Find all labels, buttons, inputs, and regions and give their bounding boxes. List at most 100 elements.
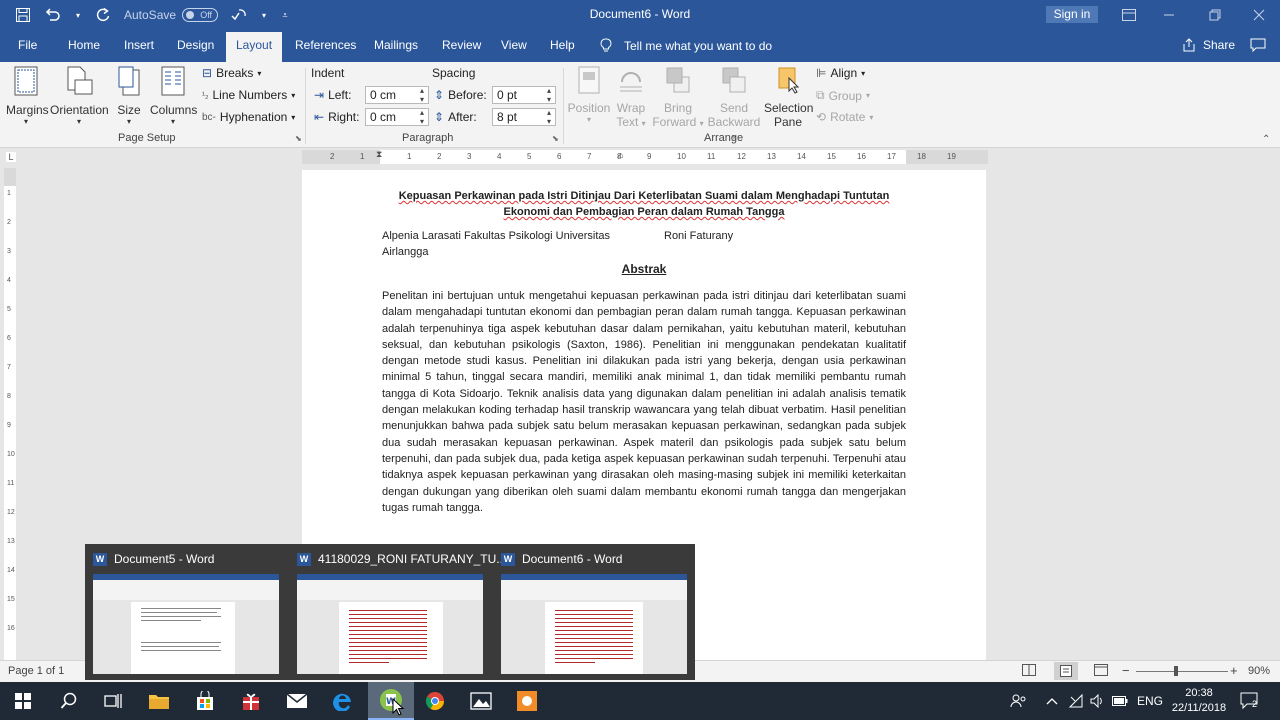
photos-button[interactable]: [458, 682, 504, 720]
bring-forward-button[interactable]: Bring Forward ▾: [652, 66, 704, 129]
save-icon[interactable]: [14, 6, 32, 24]
indent-marker-icon[interactable]: ⧗: [376, 149, 382, 160]
tab-review[interactable]: Review: [442, 38, 481, 52]
tab-design[interactable]: Design: [177, 38, 214, 52]
task-view-button[interactable]: [90, 682, 136, 720]
thumbnail-document5[interactable]: W Document5 - Word: [85, 544, 285, 680]
breaks-button[interactable]: ⊟ Breaks ▾: [202, 66, 261, 80]
author-1-line-1: Alpenia Larasati Fakultas Psikologi Univ…: [382, 230, 611, 242]
zoom-slider-thumb[interactable]: [1174, 666, 1178, 676]
document-title-text[interactable]: Kepuasan Perkawinan pada Istri Ditinjau …: [382, 188, 906, 220]
collapse-ribbon-icon[interactable]: ⌃: [1262, 134, 1270, 145]
battery-icon[interactable]: [1112, 682, 1128, 720]
author-2[interactable]: Roni Faturany: [664, 228, 733, 244]
indent-left-input[interactable]: 0 cm: [365, 86, 429, 104]
selection-pane-button[interactable]: Selection Pane: [764, 66, 814, 129]
spacing-after-input[interactable]: 8 pt: [492, 108, 556, 126]
input-language[interactable]: ENG: [1137, 682, 1163, 720]
close-icon[interactable]: [1236, 0, 1280, 30]
chevron-up-icon[interactable]: [1046, 682, 1058, 720]
autosave-toggle[interactable]: AutoSave Off: [124, 8, 219, 22]
tab-view[interactable]: View: [501, 38, 527, 52]
group-icon: ⧉: [816, 88, 825, 102]
minimize-icon[interactable]: [1146, 0, 1192, 30]
paragraph-launcher-icon[interactable]: ⬊: [552, 134, 559, 143]
align-button[interactable]: ⊫ Align ▾: [816, 66, 865, 80]
quick-access-toolbar: ▾ AutoSave Off ▾ ⩡: [14, 6, 290, 24]
abstract-heading[interactable]: Abstrak: [382, 262, 906, 276]
tab-help[interactable]: Help: [550, 38, 575, 52]
margins-button[interactable]: Margins ▾: [6, 66, 49, 126]
comments-icon[interactable]: [1250, 38, 1266, 55]
tell-me-search[interactable]: Tell me what you want to do: [600, 38, 772, 53]
rotate-button[interactable]: ⟲ Rotate ▾: [816, 110, 873, 124]
abstract-body[interactable]: Penelitan ini bertujuan untuk mengetahui…: [382, 288, 906, 516]
tab-layout[interactable]: Layout: [226, 32, 283, 62]
autosave-switch[interactable]: Off: [182, 8, 219, 22]
thumbnail-text-line: [555, 646, 633, 647]
sign-in-button[interactable]: Sign in: [1046, 6, 1098, 23]
tab-references[interactable]: References: [295, 38, 356, 52]
right-indent-marker-icon[interactable]: ⌂: [618, 150, 623, 160]
tab-file[interactable]: File: [18, 38, 37, 52]
chrome-icon: [425, 692, 444, 711]
mail-button[interactable]: [274, 682, 320, 720]
file-explorer-button[interactable]: [136, 682, 182, 720]
customize-toolbar-icon[interactable]: ⩡: [280, 6, 290, 24]
author-1[interactable]: Alpenia Larasati Fakultas Psikologi Univ…: [382, 228, 642, 260]
redo-icon[interactable]: [94, 6, 112, 24]
size-button[interactable]: Size ▾: [114, 66, 144, 126]
selection-pane-label: Selection: [764, 101, 814, 115]
thumbnail-document6[interactable]: W Document6 - Word: [493, 544, 693, 680]
undo-icon[interactable]: [44, 6, 62, 24]
clock[interactable]: 20:38 22/11/2018: [1170, 682, 1228, 720]
zoom-slider[interactable]: [1136, 666, 1228, 676]
group-button[interactable]: ⧉ Group ▾: [816, 88, 870, 103]
word-taskbar-button[interactable]: W: [368, 682, 414, 720]
gift-app-button[interactable]: [228, 682, 274, 720]
hyphenation-button[interactable]: bc- Hyphenation ▾: [202, 110, 295, 124]
position-button[interactable]: Position ▾: [566, 66, 612, 124]
chevron-down-icon[interactable]: ▾: [260, 6, 268, 24]
share-button[interactable]: Share: [1182, 38, 1235, 52]
selection-pane-icon: [778, 67, 800, 94]
network-icon[interactable]: [1068, 682, 1084, 720]
wrap-text-button[interactable]: Wrap Text ▾: [612, 66, 650, 129]
tab-insert[interactable]: Insert: [124, 38, 154, 52]
start-button[interactable]: [0, 682, 46, 720]
spacing-before-input[interactable]: 0 pt: [492, 86, 556, 104]
print-layout-icon[interactable]: [1054, 662, 1078, 680]
horizontal-ruler[interactable]: 2 1 1 2 3 4 5 6 7 8 9 10 11 12 13 14 15 16 17 18 19 ⧗ ⌂: [302, 149, 988, 164]
columns-icon: [161, 66, 185, 96]
thumbnail-text-line: [349, 646, 427, 647]
zoom-out-icon[interactable]: −: [1122, 663, 1130, 678]
orientation-button[interactable]: Orientation ▾: [50, 66, 109, 126]
spacing-before-icon: ⇕: [434, 88, 445, 102]
store-button[interactable]: [182, 682, 228, 720]
tab-selector-icon[interactable]: L: [6, 152, 16, 162]
zoom-in-icon[interactable]: +: [1230, 663, 1238, 678]
chevron-down-icon[interactable]: ▾: [74, 6, 82, 24]
columns-button[interactable]: Columns ▾: [150, 66, 197, 126]
thumbnail-roni-faturany[interactable]: W 41180029_RONI FATURANY_TU...: [289, 544, 506, 680]
search-button[interactable]: [46, 682, 92, 720]
people-icon[interactable]: [1010, 682, 1028, 720]
indent-right-label: ⇤ Right:: [314, 110, 359, 124]
restore-icon[interactable]: [1192, 0, 1238, 30]
tab-mailings[interactable]: Mailings: [374, 38, 418, 52]
page-count[interactable]: Page 1 of 1: [8, 665, 64, 677]
spelling-check-icon[interactable]: [230, 6, 248, 24]
web-layout-icon[interactable]: [1094, 664, 1108, 679]
ruler-tick-label: 18: [917, 152, 926, 161]
orange-app-button[interactable]: [504, 682, 550, 720]
zoom-level[interactable]: 90%: [1248, 665, 1270, 677]
page-setup-launcher-icon[interactable]: ⬊: [295, 134, 302, 143]
action-center-icon[interactable]: 2: [1240, 682, 1260, 720]
indent-right-input[interactable]: 0 cm: [365, 108, 429, 126]
line-numbers-button[interactable]: ¹₂ Line Numbers ▾: [202, 88, 295, 102]
read-mode-icon[interactable]: [1022, 664, 1036, 679]
chrome-button[interactable]: [412, 682, 458, 720]
tab-home[interactable]: Home: [68, 38, 100, 52]
edge-browser-button[interactable]: [320, 682, 366, 720]
volume-icon[interactable]: [1090, 682, 1106, 720]
